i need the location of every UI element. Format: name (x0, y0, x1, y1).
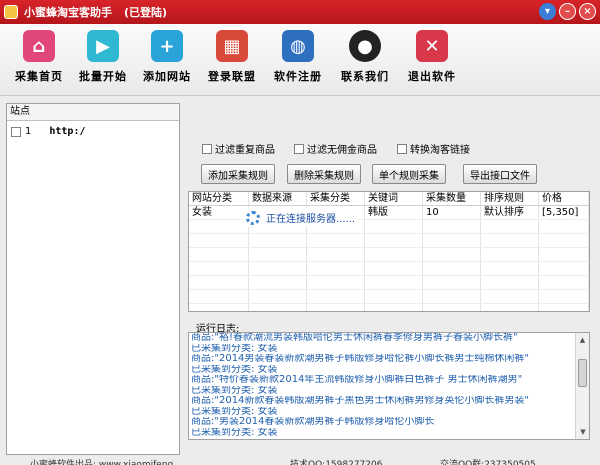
table-row (189, 304, 589, 311)
column-header[interactable]: 采集分类 (307, 192, 365, 205)
toolbar-label: 采集首页 (15, 70, 63, 83)
toolbar: ⌂ 采集首页 ▶ 批量开始 + 添加网站 ▦ 登录联盟 ◍ 软件注册 ● 联系我… (0, 24, 600, 96)
log-line: 商品:"2014新款春装韩版潮男裤子黑色男士休闲裤男修身英伦小脚长裤男装" (191, 396, 530, 406)
site-index: 1 (25, 126, 32, 137)
toolbar-label: 软件注册 (274, 70, 322, 83)
status-bar: 小蜜蜂软件出品: www.xiaomifeng... 技术QQ:15982772… (0, 453, 600, 465)
globe-icon: ◍ (282, 30, 314, 62)
toolbar-label: 登录联盟 (208, 70, 256, 83)
play-icon: ▶ (87, 30, 119, 62)
toolbar-label: 添加网站 (143, 70, 191, 83)
export-button[interactable]: 导出接口文件 (463, 164, 537, 184)
toolbar-home-button[interactable]: ⌂ 采集首页 (4, 30, 74, 84)
status-qq: 技术QQ:1598277206 (290, 460, 383, 465)
loading-text: 正在连接服务器...... (266, 214, 356, 225)
close-button[interactable]: × (579, 3, 596, 20)
close-x-icon: ✕ (416, 30, 448, 62)
app-logo-icon (4, 5, 18, 19)
scroll-thumb[interactable] (578, 359, 587, 387)
log-line: 商品:"特价春装新款2014年主流韩版修身小脚裤白色裤子 男士休闲裤潮男" (191, 375, 523, 385)
table-row (189, 234, 589, 248)
brick-wall-icon: ▦ (216, 30, 248, 62)
log-panel: 商品:"裕!春款潮流男装韩版哈伦男士休闲裤春季修身男裤子春装小脚长裤" 已采集到… (188, 332, 590, 440)
convert-link-option[interactable]: 转换淘客链接 (397, 141, 470, 156)
table-cell: 默认排序 (481, 206, 539, 219)
scroll-up-icon[interactable]: ▲ (576, 333, 589, 347)
status-company: 小蜜蜂软件出品: www.xiaomifeng... (30, 460, 182, 465)
table-row (189, 290, 589, 304)
site-tree-panel: 站点 1 http:/ (6, 103, 180, 455)
toolbar-add-site-button[interactable]: + 添加网站 (132, 30, 202, 84)
single-rule-button[interactable]: 单个规则采集 (372, 164, 446, 184)
log-line: 已采集到分类: 女装 (191, 406, 278, 417)
filter-no-commission-label: 过滤无佣金商品 (307, 145, 377, 156)
home-icon: ⌂ (23, 30, 55, 62)
log-scrollbar[interactable]: ▲ ▼ (575, 333, 589, 439)
convert-link-checkbox[interactable] (397, 143, 407, 154)
minimize-button[interactable]: – (559, 3, 576, 20)
title-bar: 小蜜蜂淘宝客助手 (已登陆) ▾ – × (0, 0, 600, 24)
column-header[interactable]: 采集数量 (423, 192, 481, 205)
toolbar-contact-button[interactable]: ● 联系我们 (330, 30, 400, 84)
toolbar-label: 联系我们 (341, 70, 389, 83)
skin-shirt-icon[interactable]: ▾ (539, 3, 556, 20)
site-url: http:/ (49, 126, 86, 137)
loading-indicator: 正在连接服务器...... (243, 208, 359, 227)
plus-icon: + (151, 30, 183, 62)
column-header[interactable]: 数据来源 (249, 192, 307, 205)
column-header[interactable]: 排序规则 (481, 192, 539, 205)
toolbar-login-union-button[interactable]: ▦ 登录联盟 (197, 30, 267, 84)
log-lines: 商品:"裕!春款潮流男装韩版哈伦男士休闲裤春季修身男裤子春装小脚长裤" 已采集到… (191, 333, 575, 438)
table-cell: 10 (423, 206, 481, 219)
column-header[interactable]: 价格 (539, 192, 589, 205)
site-tree-item[interactable]: 1 http:/ (7, 121, 179, 137)
log-line: 商品:"裕!春款潮流男装韩版哈伦男士休闲裤春季修身男裤子春装小脚长裤" (191, 333, 518, 343)
table-cell: [5,350] (539, 206, 589, 219)
toolbar-label: 批量开始 (79, 70, 127, 83)
table-header: 网站分类 数据来源 采集分类 关键词 采集数量 排序规则 价格 (189, 192, 589, 206)
site-checkbox[interactable] (11, 126, 21, 137)
site-tree-header: 站点 (7, 104, 179, 121)
scroll-down-icon[interactable]: ▼ (576, 425, 589, 439)
delete-rule-button[interactable]: 删除采集规则 (287, 164, 361, 184)
spinner-icon (246, 210, 260, 225)
filter-duplicate-option[interactable]: 过滤重复商品 (202, 141, 275, 156)
toolbar-label: 退出软件 (408, 70, 456, 83)
column-header[interactable]: 网站分类 (189, 192, 249, 205)
log-line: 已采集到分类: 女装 (191, 343, 278, 354)
toolbar-batch-start-button[interactable]: ▶ 批量开始 (68, 30, 138, 84)
log-line: 商品:"男装2014春装新款潮男裤子韩版修身哈伦小脚长 (191, 417, 435, 427)
status-group: 交流QQ群:237350505 (440, 460, 536, 465)
column-header[interactable]: 关键词 (365, 192, 423, 205)
filter-no-commission-checkbox[interactable] (294, 143, 304, 154)
log-line: 已采集到分类: 女装 (191, 427, 278, 438)
table-row (189, 248, 589, 262)
table-cell: 韩版 (365, 206, 423, 219)
login-status: (已登陆) (124, 6, 168, 19)
log-line: 商品:"2014男装春装新款潮男裤子韩版修身哈伦裤小脚长裤男士纯棉休闲裤" (191, 354, 530, 364)
toolbar-register-button[interactable]: ◍ 软件注册 (263, 30, 333, 84)
table-row (189, 262, 589, 276)
filter-no-commission-option[interactable]: 过滤无佣金商品 (294, 141, 377, 156)
log-line: 已采集到分类: 女装 (191, 385, 278, 396)
filter-duplicate-checkbox[interactable] (202, 143, 212, 154)
log-line: 已采集到分类: 女装 (191, 364, 278, 375)
table-cell: 女装 (189, 206, 249, 219)
table-row (189, 276, 589, 290)
toolbar-exit-button[interactable]: ✕ 退出软件 (397, 30, 467, 84)
filter-duplicate-label: 过滤重复商品 (215, 145, 275, 156)
add-rule-button[interactable]: 添加采集规则 (201, 164, 275, 184)
window-title: 小蜜蜂淘宝客助手 (24, 6, 112, 19)
qq-penguin-icon: ● (349, 30, 381, 62)
convert-link-label: 转换淘客链接 (410, 145, 470, 156)
